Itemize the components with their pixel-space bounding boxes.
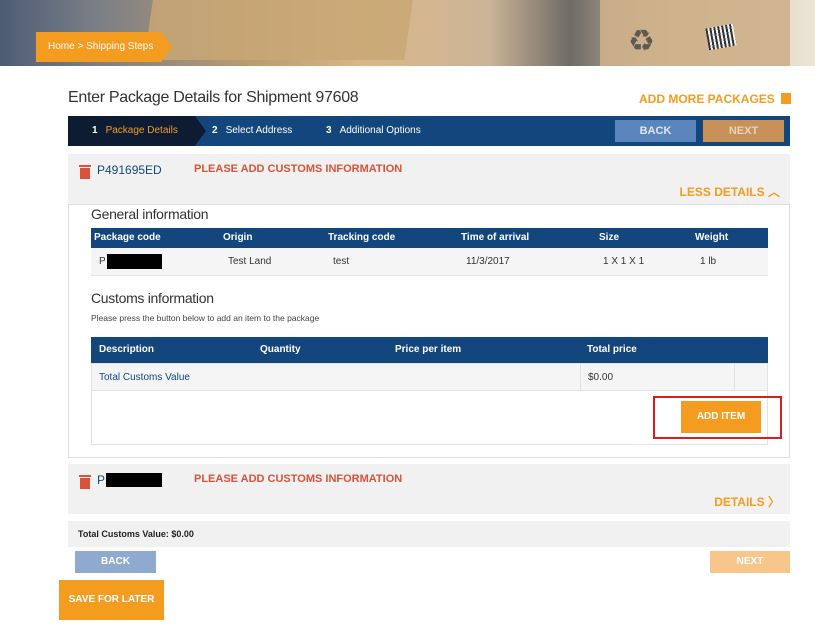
total-customs-value: $0.00 bbox=[588, 372, 614, 383]
cell-arrival: 11/3/2017 bbox=[466, 256, 510, 267]
customs-warning: PLEASE ADD CUSTOMS INFORMATION bbox=[194, 163, 403, 175]
add-more-label: ADD MORE PACKAGES bbox=[639, 92, 775, 106]
table-header: Description Quantity Price per item Tota… bbox=[91, 337, 768, 363]
col-tracking-code: Tracking code bbox=[328, 232, 396, 243]
step-label: Select Address bbox=[225, 125, 293, 136]
package-header: P491695ED PLEASE ADD CUSTOMS INFORMATION… bbox=[68, 154, 790, 204]
customs-info-title: Customs information bbox=[91, 290, 214, 306]
step-number: 1 bbox=[92, 125, 98, 136]
save-for-later-button[interactable]: SAVE FOR LATER bbox=[59, 580, 164, 620]
col-price-per-item: Price per item bbox=[395, 344, 462, 355]
step-package-details[interactable]: 1 Package Details bbox=[92, 116, 178, 146]
package-code: P bbox=[97, 473, 106, 487]
customs-warning: PLEASE ADD CUSTOMS INFORMATION bbox=[194, 473, 403, 485]
breadcrumb: Home > Shipping Steps bbox=[36, 32, 172, 62]
cell-origin: Test Land bbox=[228, 256, 272, 267]
cell-size: 1 X 1 X 1 bbox=[603, 256, 645, 267]
package-code: P491695ED bbox=[97, 163, 162, 177]
page-title: Enter Package Details for Shipment 97608 bbox=[68, 89, 359, 106]
cell-weight: 1 lb bbox=[700, 256, 717, 267]
add-more-packages-link[interactable]: ADD MORE PACKAGES bbox=[639, 92, 791, 106]
table-row: Total Customs Value $0.00 bbox=[91, 363, 768, 391]
table-header: Package code Origin Tracking code Time o… bbox=[91, 228, 768, 248]
trash-icon[interactable] bbox=[79, 165, 91, 179]
col-package-code: Package code bbox=[94, 232, 161, 243]
box-image bbox=[144, 0, 416, 60]
cell-tracking: test bbox=[333, 256, 350, 267]
step-label: Package Details bbox=[105, 125, 178, 136]
cell-package-code: P bbox=[99, 256, 106, 267]
cell-divider bbox=[734, 364, 735, 390]
total-customs-label: Total Customs Value bbox=[99, 372, 190, 383]
step-bar: 1 Package Details 2 Select Address 3 Additi… bbox=[68, 116, 790, 146]
breadcrumb-separator: > bbox=[77, 41, 84, 52]
back-button[interactable]: BACK bbox=[75, 551, 156, 573]
back-button-top[interactable]: BACK bbox=[615, 120, 696, 142]
redaction-box bbox=[106, 473, 162, 487]
package-header: P PLEASE ADD CUSTOMS INFORMATION DETAILS… bbox=[68, 464, 790, 514]
step-number: 2 bbox=[212, 125, 218, 136]
trash-icon[interactable] bbox=[79, 475, 91, 489]
toggle-label: LESS DETAILS bbox=[679, 185, 765, 199]
col-size: Size bbox=[599, 232, 620, 243]
highlight-box bbox=[653, 396, 782, 439]
hero-banner: ♻ Home > Shipping Steps bbox=[0, 0, 815, 66]
step-select-address[interactable]: 2 Select Address bbox=[212, 116, 292, 146]
next-button[interactable]: NEXT bbox=[710, 551, 790, 573]
step-label: Additional Options bbox=[339, 125, 421, 136]
breadcrumb-home[interactable]: Home bbox=[48, 41, 75, 52]
cell-divider bbox=[580, 364, 581, 390]
less-details-toggle[interactable]: LESS DETAILS ︿ bbox=[680, 183, 780, 200]
col-quantity: Quantity bbox=[260, 344, 301, 355]
col-total-price: Total price bbox=[587, 344, 637, 355]
details-toggle[interactable]: DETAILS 〉 bbox=[714, 493, 780, 510]
chevron-right-icon: 〉 bbox=[767, 495, 780, 509]
total-customs-bar: Total Customs Value: $0.00 bbox=[68, 521, 790, 547]
next-button-top[interactable]: NEXT bbox=[703, 120, 784, 142]
table-row: P Test Land test 11/3/2017 1 X 1 X 1 1 l… bbox=[91, 248, 768, 276]
col-description: Description bbox=[99, 344, 155, 355]
chevron-up-icon: ︿ bbox=[767, 185, 780, 199]
col-weight: Weight bbox=[695, 232, 729, 243]
general-info-table: Package code Origin Tracking code Time o… bbox=[91, 228, 768, 276]
col-time-of-arrival: Time of arrival bbox=[461, 232, 530, 243]
package-icon bbox=[780, 93, 791, 104]
recycle-icon: ♻ bbox=[628, 25, 655, 58]
customs-note: Please press the button below to add an … bbox=[91, 313, 320, 323]
step-number: 3 bbox=[326, 125, 332, 136]
redaction-box bbox=[107, 254, 162, 269]
toggle-label: DETAILS bbox=[714, 495, 765, 509]
step-additional-options[interactable]: 3 Additional Options bbox=[326, 116, 421, 146]
col-origin: Origin bbox=[223, 232, 253, 243]
breadcrumb-current: Shipping Steps bbox=[86, 41, 154, 52]
general-info-title: General information bbox=[91, 206, 209, 222]
